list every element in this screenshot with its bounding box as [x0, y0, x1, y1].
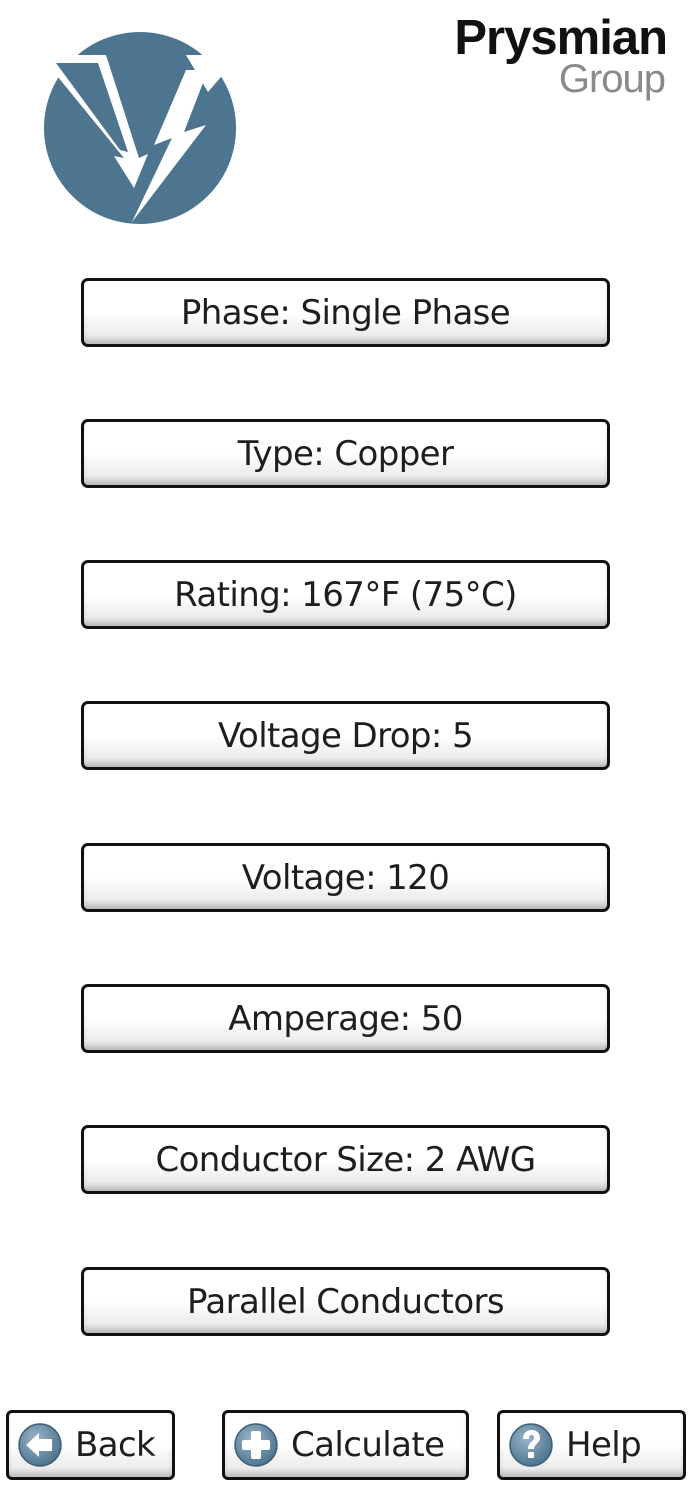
conductor-size-button[interactable]: Conductor Size: 2 AWG	[81, 1125, 610, 1194]
type-button[interactable]: Type: Copper	[81, 419, 610, 488]
rating-button[interactable]: Rating: 167°F (75°C)	[81, 560, 610, 629]
back-arrow-icon	[17, 1422, 63, 1468]
voltage-drop-button[interactable]: Voltage Drop: 5	[81, 701, 610, 770]
brand-name: Prysmian	[454, 11, 668, 65]
amperage-button[interactable]: Amperage: 50	[81, 984, 610, 1053]
brand-logo: Prysmian Group	[454, 11, 668, 101]
plus-circle-icon	[233, 1422, 279, 1468]
voltage-drop-label: Voltage Drop: 5	[217, 715, 474, 756]
question-circle-icon	[508, 1422, 554, 1468]
back-label: Back	[75, 1425, 156, 1465]
brand-subtitle: Group	[558, 57, 666, 101]
amperage-label: Amperage: 50	[228, 998, 463, 1039]
phase-label: Phase: Single Phase	[180, 292, 511, 333]
conductor-size-label: Conductor Size: 2 AWG	[155, 1139, 536, 1180]
back-button[interactable]: Back	[6, 1410, 175, 1480]
help-button[interactable]: Help	[497, 1410, 686, 1480]
calculate-label: Calculate	[291, 1425, 445, 1465]
calculate-button[interactable]: Calculate	[222, 1410, 469, 1480]
voltage-label: Voltage: 120	[241, 857, 450, 898]
rating-label: Rating: 167°F (75°C)	[174, 574, 517, 615]
type-label: Type: Copper	[237, 433, 454, 474]
voltage-drop-logo-icon	[36, 30, 246, 230]
voltage-button[interactable]: Voltage: 120	[81, 843, 610, 912]
parallel-conductors-label: Parallel Conductors	[186, 1281, 505, 1322]
phase-button[interactable]: Phase: Single Phase	[81, 278, 610, 347]
parallel-conductors-button[interactable]: Parallel Conductors	[81, 1267, 610, 1336]
help-label: Help	[566, 1425, 642, 1465]
